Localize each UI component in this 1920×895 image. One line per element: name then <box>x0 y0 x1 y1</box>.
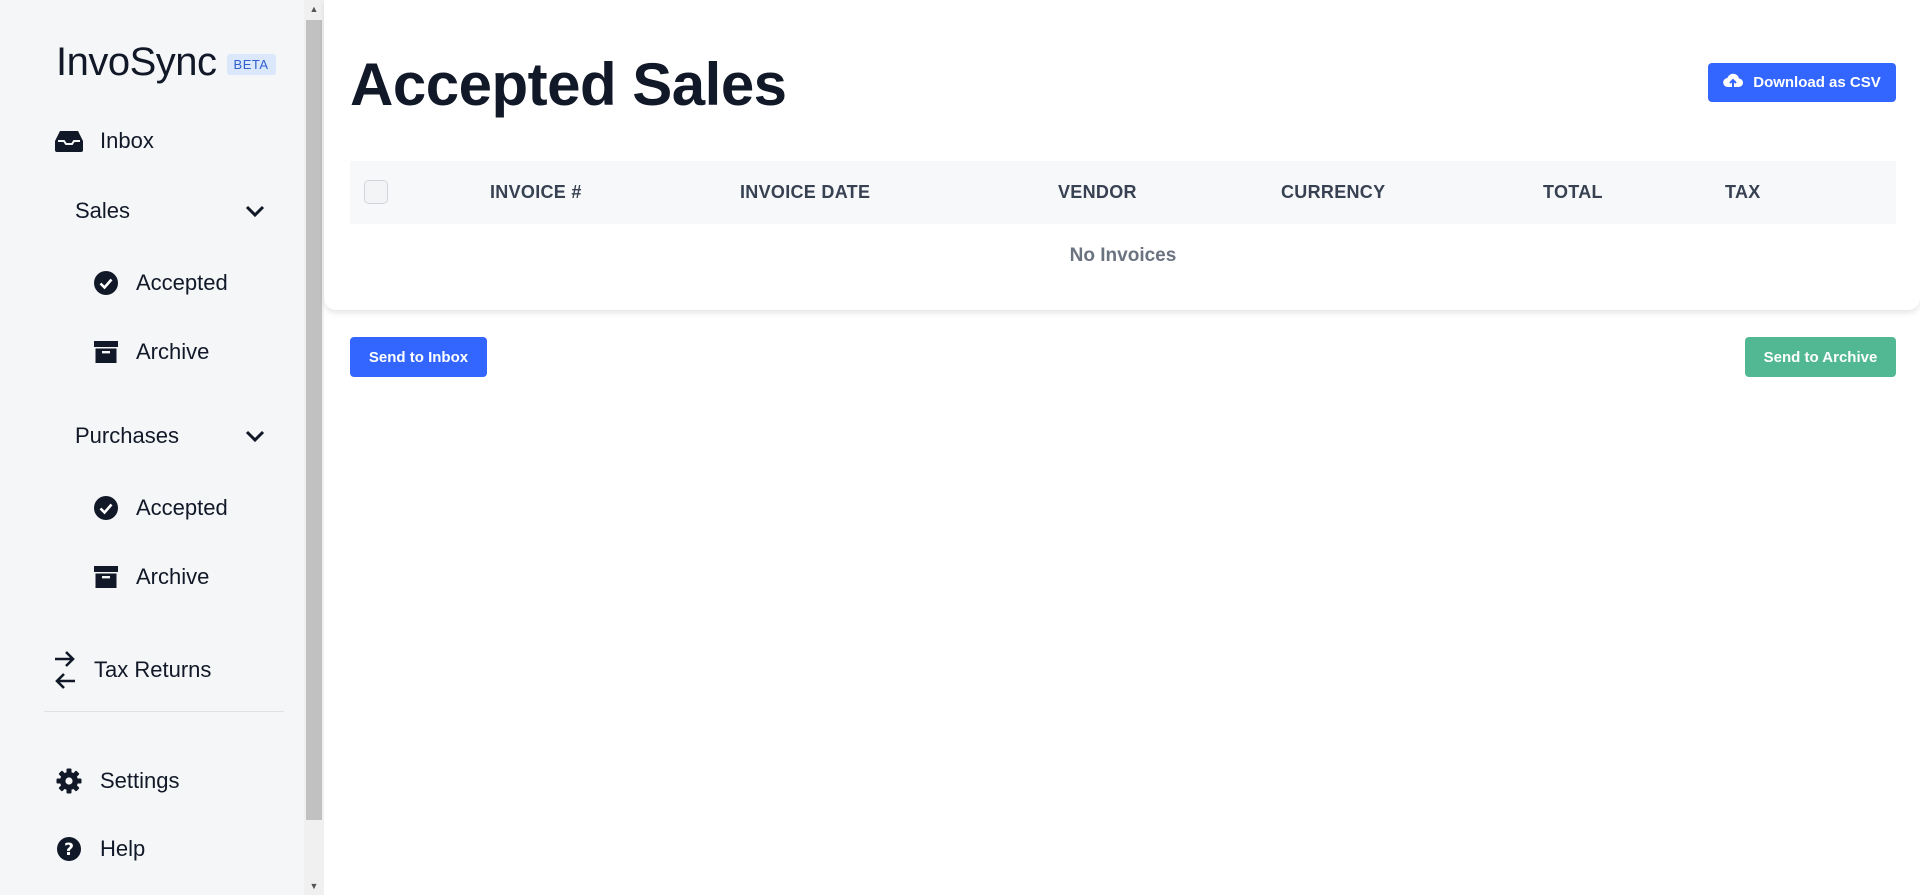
svg-text:?: ? <box>64 840 74 860</box>
nav-help[interactable]: ? Help <box>54 834 145 864</box>
send-to-archive-button[interactable]: Send to Archive <box>1745 337 1896 377</box>
main-content: Accepted Sales Download as CSV INVOICE #… <box>324 0 1920 895</box>
brand-name: InvoSync <box>56 40 217 84</box>
gear-icon <box>54 766 84 796</box>
purchases-group-toggle[interactable]: Purchases <box>75 423 265 449</box>
column-header-invoice-date[interactable]: INVOICE DATE <box>740 182 870 203</box>
column-header-tax[interactable]: TAX <box>1725 182 1761 203</box>
empty-state-message: No Invoices <box>1069 245 1177 266</box>
scrollbar-thumb[interactable] <box>306 20 322 820</box>
scroll-down-arrow-icon[interactable]: ▼ <box>304 877 324 895</box>
beta-badge: BETA <box>226 54 276 75</box>
download-csv-button[interactable]: Download as CSV <box>1708 63 1896 102</box>
archive-box-icon <box>92 563 120 591</box>
send-to-inbox-button[interactable]: Send to Inbox <box>350 337 487 377</box>
chevron-down-icon <box>245 198 265 224</box>
brand: InvoSync BETA <box>56 40 276 85</box>
nav-help-label: Help <box>100 836 146 861</box>
purchases-archive-link[interactable]: Archive <box>92 563 209 591</box>
check-circle-icon <box>92 494 120 522</box>
sales-archive-label: Archive <box>136 339 210 364</box>
sales-group-toggle[interactable]: Sales <box>75 198 265 224</box>
nav-settings-label: Settings <box>100 768 180 793</box>
page-title: Accepted Sales <box>350 51 787 118</box>
sales-archive-link[interactable]: Archive <box>92 338 209 366</box>
purchases-accepted-link[interactable]: Accepted <box>92 494 228 522</box>
question-circle-icon: ? <box>54 834 84 864</box>
purchases-group-label: Purchases <box>75 423 179 448</box>
purchases-accepted-label: Accepted <box>136 495 228 520</box>
cloud-upload-icon <box>1723 72 1744 94</box>
column-header-vendor[interactable]: VENDOR <box>1058 182 1137 203</box>
scroll-up-arrow-icon[interactable]: ▲ <box>304 0 324 18</box>
nav-inbox-label: Inbox <box>100 128 154 153</box>
select-all-checkbox[interactable] <box>364 180 388 204</box>
invoices-card: Accepted Sales Download as CSV INVOICE #… <box>324 0 1920 310</box>
download-csv-label: Download as CSV <box>1753 74 1881 91</box>
table-header: INVOICE # INVOICE DATE VENDOR CURRENCY T… <box>350 161 1896 224</box>
sidebar-scrollbar[interactable]: ▲ ▼ <box>304 0 324 895</box>
column-header-currency[interactable]: CURRENCY <box>1281 182 1385 203</box>
column-header-invoice-number[interactable]: INVOICE # <box>490 182 582 203</box>
check-circle-icon <box>92 269 120 297</box>
sales-accepted-link[interactable]: Accepted <box>92 269 228 297</box>
nav-tax-returns[interactable]: Tax Returns <box>52 650 211 690</box>
purchases-archive-label: Archive <box>136 564 210 589</box>
column-header-total[interactable]: TOTAL <box>1543 182 1603 203</box>
inbox-icon <box>54 126 84 156</box>
nav-tax-returns-label: Tax Returns <box>94 657 212 682</box>
invoices-table: INVOICE # INVOICE DATE VENDOR CURRENCY T… <box>350 161 1896 288</box>
nav-inbox[interactable]: Inbox <box>54 126 154 156</box>
chevron-down-icon <box>245 423 265 449</box>
arrows-exchange-icon <box>52 650 78 690</box>
archive-box-icon <box>92 338 120 366</box>
sales-group-label: Sales <box>75 198 131 223</box>
nav-settings[interactable]: Settings <box>54 766 180 796</box>
sidebar: InvoSync BETA Inbox Sales Accepted Archi… <box>0 0 304 895</box>
sidebar-divider <box>44 711 284 712</box>
sales-accepted-label: Accepted <box>136 270 228 295</box>
